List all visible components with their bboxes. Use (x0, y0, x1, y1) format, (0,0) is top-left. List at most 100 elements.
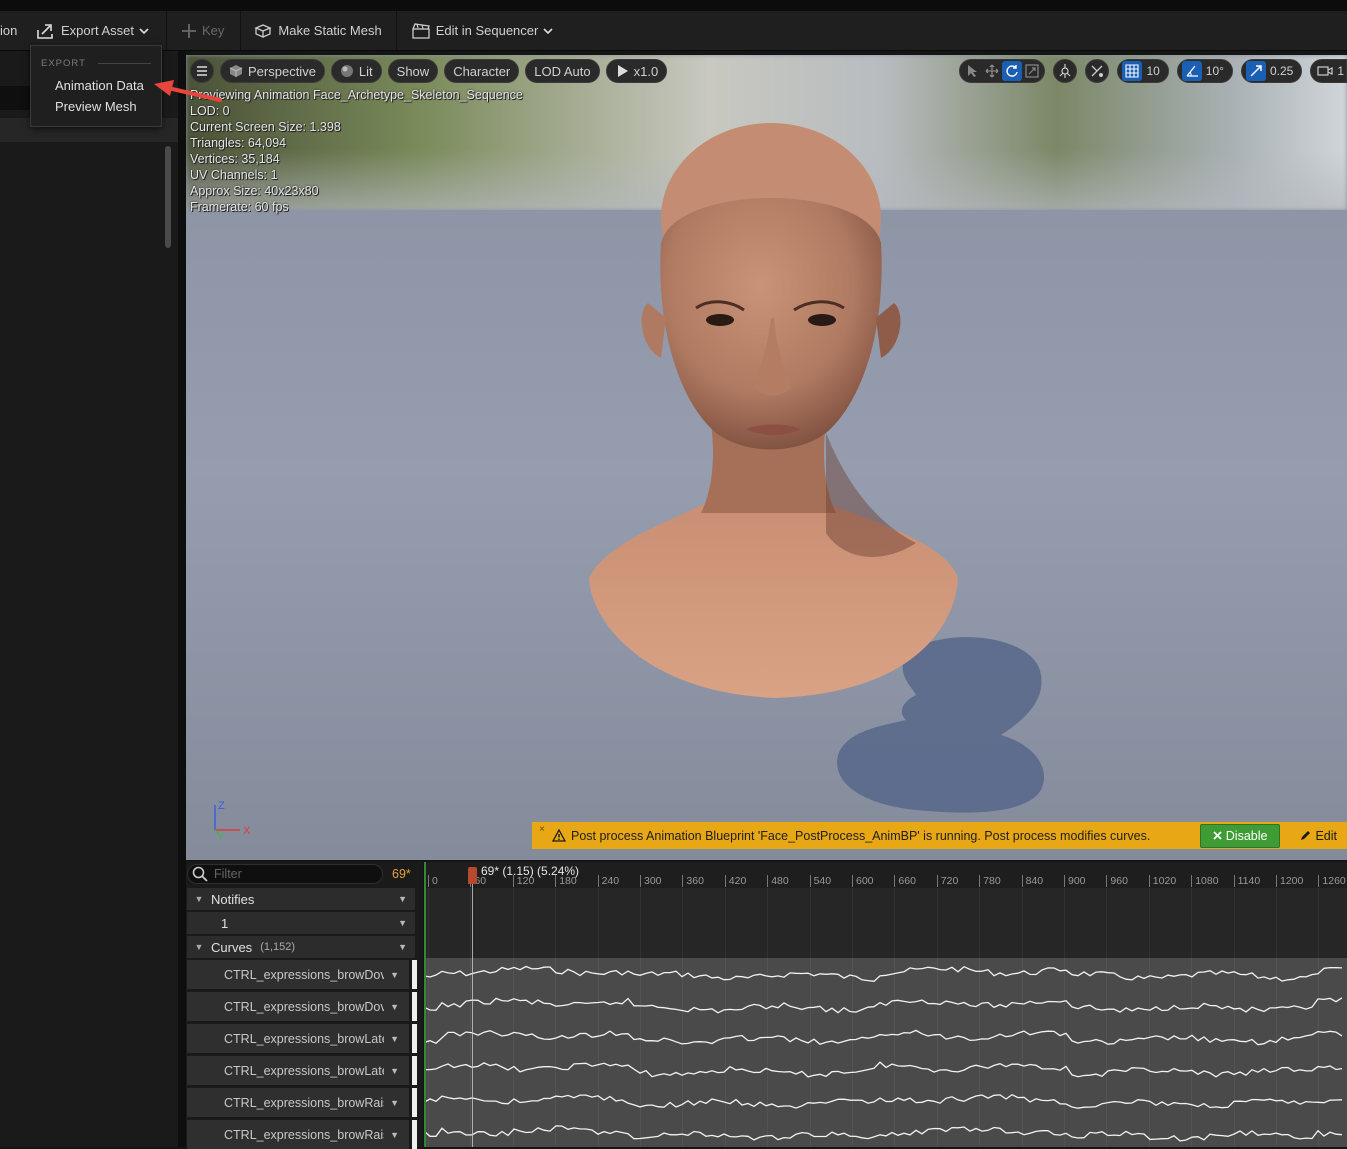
notifies-dropdown-icon[interactable]: ▼ (398, 894, 407, 904)
grid-snap-toggle[interactable] (1122, 61, 1143, 81)
grid-icon (1125, 64, 1139, 78)
left-panel-search-field[interactable] (0, 86, 30, 110)
curve-track-row[interactable]: CTRL_expressions_browDov ▼ (187, 960, 409, 989)
perspective-view-button[interactable]: Perspective (220, 59, 325, 83)
viewport-stats-overlay: Previewing Animation Face_Archetype_Skel… (190, 87, 523, 215)
grid-snap-control[interactable]: 10 (1117, 59, 1169, 83)
timeline-gridline (1148, 888, 1150, 1147)
curve-dropdown-icon[interactable]: ▼ (390, 970, 399, 980)
lit-view-mode-button[interactable]: Lit (330, 59, 382, 83)
timeline-gridline (724, 888, 726, 1147)
make-static-mesh-label: Make Static Mesh (278, 23, 382, 38)
curve-dropdown-icon[interactable]: ▼ (390, 1130, 399, 1140)
disable-label: Disable (1225, 828, 1268, 843)
scale-snap-control[interactable]: 0.25 (1240, 59, 1303, 83)
export-preview-mesh-item[interactable]: Preview Mesh (55, 99, 137, 114)
timeline-gridline (555, 888, 557, 1147)
curve-dropdown-icon[interactable]: ▼ (390, 1098, 399, 1108)
key-button[interactable]: Key (167, 11, 240, 50)
notify-track-row[interactable]: 1 ▼ (187, 912, 415, 934)
warning-icon (552, 829, 566, 842)
notifies-track-header[interactable]: ▼ Notifies ▼ (187, 888, 415, 910)
stat-screen-size: Current Screen Size: 1.398 (190, 120, 341, 134)
annotation-arrow (154, 80, 222, 102)
warning-close-button[interactable]: × (532, 822, 552, 835)
curves-dropdown-icon[interactable]: ▼ (398, 942, 407, 952)
ruler-tick-label: 780 (979, 875, 1001, 887)
show-label: Show (396, 63, 430, 79)
make-static-mesh-button[interactable]: Make Static Mesh (241, 11, 395, 50)
curve-track-row[interactable]: CTRL_expressions_browLate ▼ (187, 1024, 409, 1053)
show-menu-button[interactable]: Show (387, 59, 439, 83)
timeline-panel[interactable]: 0 60 120 180 240 300 360 420 480 540 600 660 720 780 8… (424, 862, 1347, 1147)
export-animation-data-item[interactable]: Animation Data (55, 78, 144, 93)
perspective-label: Perspective (248, 63, 316, 79)
panel-divider[interactable] (178, 51, 186, 1147)
surface-snap-button[interactable] (1085, 59, 1110, 83)
curve-track-row[interactable]: CTRL_expressions_browRais ▼ (187, 1120, 409, 1149)
ruler-tick-label: 1140 (1233, 875, 1260, 887)
rotate-mode-button[interactable] (1002, 61, 1023, 81)
notify-track-dropdown-icon[interactable]: ▼ (398, 918, 407, 928)
curve-dropdown-icon[interactable]: ▼ (390, 1002, 399, 1012)
key-label: Key (201, 23, 225, 38)
curve-track-row[interactable]: CTRL_expressions_browDov ▼ (187, 992, 409, 1021)
rotation-snap-control[interactable]: 10° (1176, 59, 1233, 83)
timeline-gridline (640, 888, 641, 1147)
character-label: Character (453, 63, 511, 79)
export-asset-menu: EXPORT Animation Data Preview Mesh (30, 45, 162, 127)
edit-in-sequencer-button[interactable]: Edit in Sequencer (397, 11, 567, 50)
edit-postprocess-button[interactable]: Edit (1288, 825, 1347, 847)
timeline-gridline (1191, 888, 1193, 1147)
notifies-timeline-area[interactable] (424, 888, 1347, 958)
asset-toolbar: ion Export Asset Key Make Static Mesh Ed… (0, 11, 1347, 51)
preview-viewport[interactable]: Perspective Lit Show Character LOD Auto … (186, 55, 1347, 860)
search-icon (192, 866, 208, 882)
ruler-tick-label: 240 (597, 875, 619, 887)
export-asset-label: Export Asset (61, 23, 134, 38)
scale-mode-button[interactable] (1022, 61, 1042, 81)
coordinate-space-button[interactable] (1053, 59, 1078, 83)
sequencer-icon (412, 22, 430, 39)
track-filter-input[interactable]: Filter (187, 864, 383, 884)
left-panel-scrollbar[interactable] (165, 146, 171, 248)
timeline-gridline (767, 888, 769, 1147)
character-menu-button[interactable]: Character (444, 59, 520, 83)
curve-waveform (424, 1093, 1343, 1109)
lod-menu-button[interactable]: LOD Auto (525, 59, 600, 83)
plus-icon (181, 23, 196, 38)
curve-track-row[interactable]: CTRL_expressions_browLate ▼ (187, 1056, 409, 1085)
playhead-frame-label: 69* (1.15) (5.24%) (481, 864, 580, 878)
world-axis-icon (1060, 64, 1071, 78)
playback-speed-button[interactable]: x1.0 (605, 59, 668, 83)
scale-snap-toggle[interactable] (1245, 61, 1266, 81)
toolbar-truncated-label: ion (0, 23, 18, 38)
lit-label: Lit (358, 63, 373, 79)
curves-label: Curves (211, 939, 253, 955)
toolbar-truncated-item[interactable]: ion (0, 11, 28, 50)
curves-count: (1,152) (260, 941, 296, 953)
timeline-gridline (894, 888, 896, 1147)
rotation-snap-toggle[interactable] (1181, 61, 1202, 81)
camera-icon-wrap (1315, 61, 1335, 81)
select-mode-button[interactable] (962, 61, 982, 81)
translate-mode-button[interactable] (982, 61, 1002, 81)
playhead-line (472, 884, 473, 1147)
track-filter-row: Filter 69* (186, 862, 423, 886)
ruler-tick-label: 420 (724, 875, 746, 887)
ruler-tick-label: 480 (767, 875, 789, 887)
curve-track-row[interactable]: CTRL_expressions_browRais ▼ (187, 1088, 409, 1117)
curve-dropdown-icon[interactable]: ▼ (390, 1034, 399, 1044)
curve-track-label: CTRL_expressions_browLate (224, 1063, 384, 1078)
playhead-handle[interactable] (468, 867, 477, 884)
stat-approx-size: Approx Size: 40x23x80 (190, 184, 319, 198)
curve-waveform (424, 997, 1343, 1014)
export-icon (37, 23, 53, 39)
camera-speed-control[interactable]: 1 (1310, 59, 1347, 83)
play-icon (617, 65, 628, 77)
grid-snap-value: 10 (1146, 64, 1160, 78)
curves-track-header[interactable]: ▼ Curves (1,152) ▼ (187, 936, 415, 958)
disable-postprocess-button[interactable]: Disable (1199, 823, 1281, 848)
curve-dropdown-icon[interactable]: ▼ (390, 1066, 399, 1076)
camera-icon (1317, 66, 1333, 76)
